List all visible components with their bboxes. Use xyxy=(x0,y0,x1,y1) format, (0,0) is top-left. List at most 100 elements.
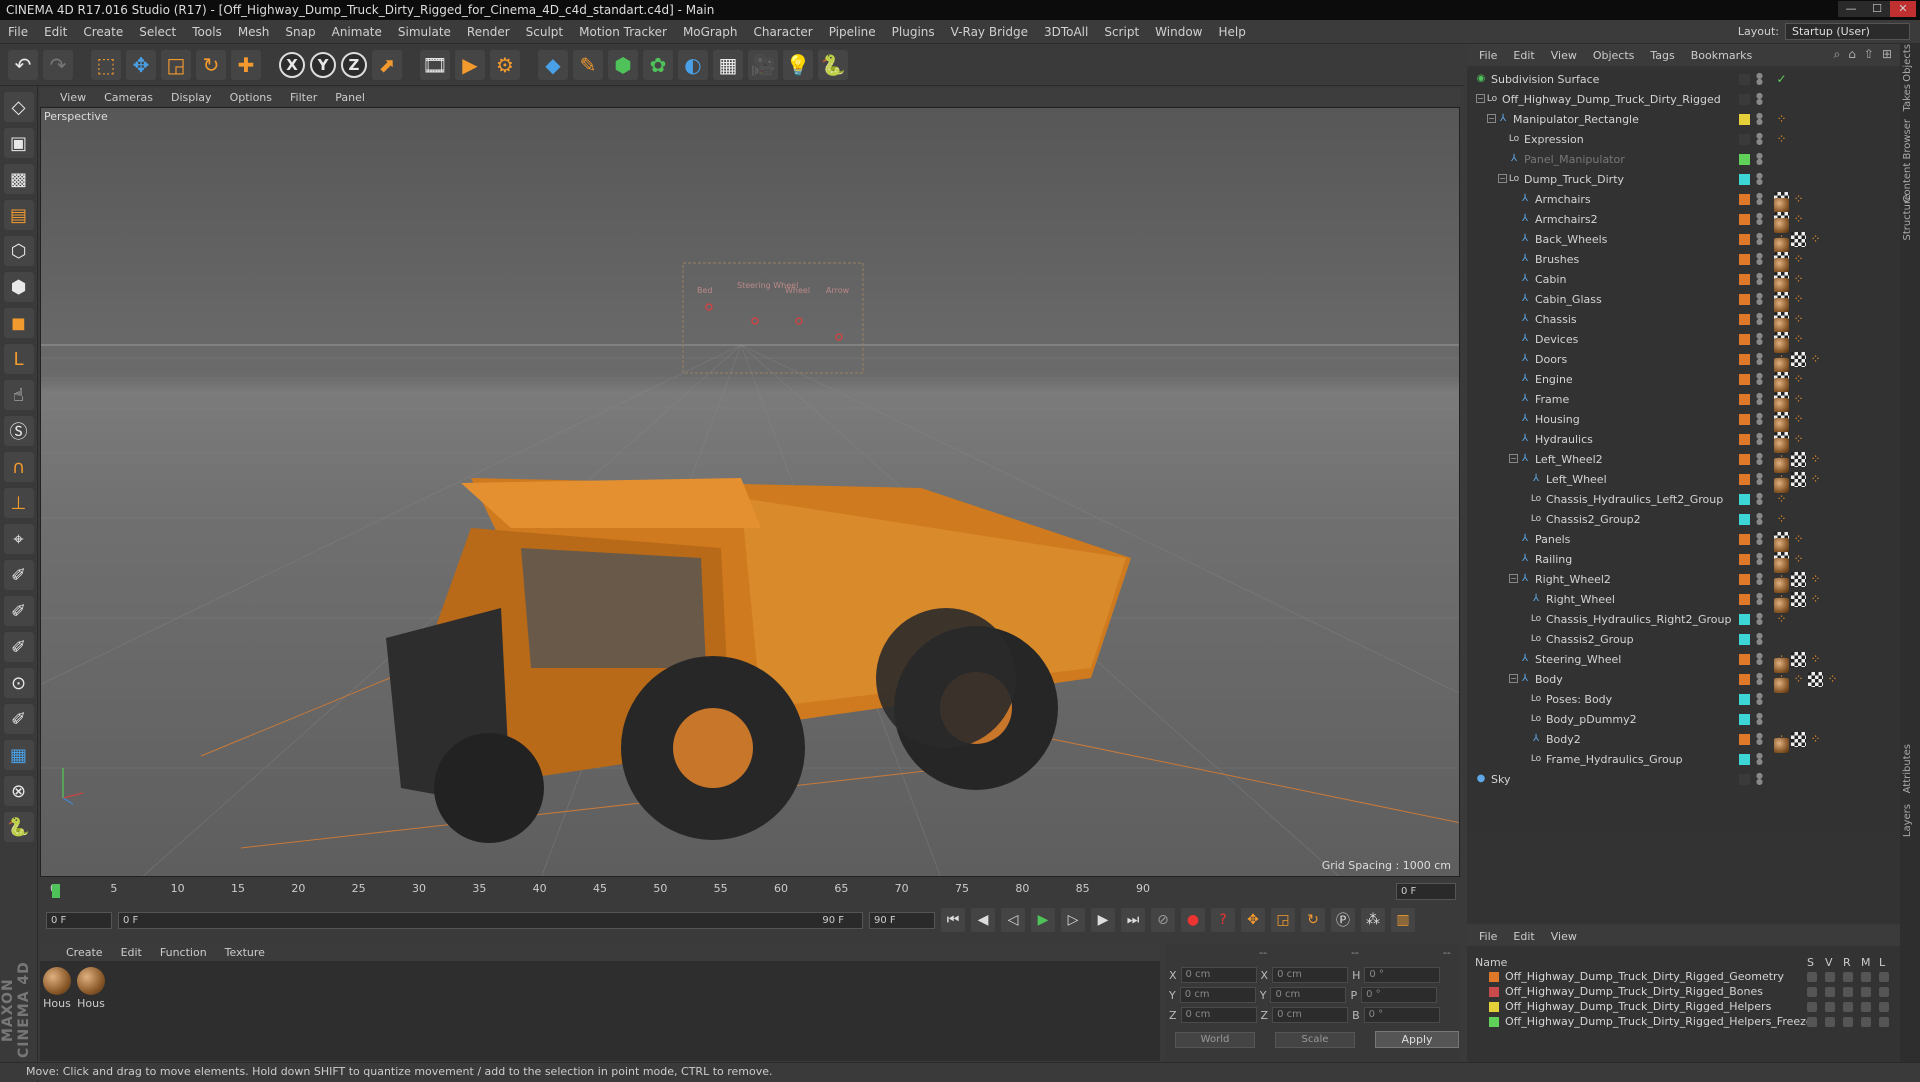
menu-select[interactable]: Select xyxy=(139,25,176,39)
layer-color-swatch[interactable] xyxy=(1739,274,1750,285)
layer-color-swatch[interactable] xyxy=(1739,414,1750,425)
layer-color-swatch[interactable] xyxy=(1739,314,1750,325)
visibility-dots-icon[interactable]: ● ● xyxy=(1756,712,1763,726)
visibility-dots-icon[interactable]: ● ● xyxy=(1756,412,1763,426)
menu-simulate[interactable]: Simulate xyxy=(398,25,451,39)
layer-locked-toggle-icon[interactable] xyxy=(1879,1002,1889,1012)
layer-color-swatch[interactable] xyxy=(1739,574,1750,585)
expand-toggle[interactable]: − xyxy=(1476,94,1485,103)
key-scale-icon[interactable]: ◲ xyxy=(1271,908,1295,932)
layer-row[interactable]: Off_Highway_Dump_Truck_Dirty_Rigged_Bone… xyxy=(1467,985,1900,1000)
texture-tag-icon[interactable] xyxy=(1791,232,1806,247)
visibility-dots-icon[interactable]: ● ● xyxy=(1756,292,1763,306)
expand-toggle[interactable]: − xyxy=(1498,174,1507,183)
close-button[interactable]: ✕ xyxy=(1890,1,1916,17)
viewport-menu-panel[interactable]: Panel xyxy=(335,91,365,104)
end-frame-field[interactable]: 90 F xyxy=(869,911,935,929)
rotation-h-field[interactable]: 0 ° xyxy=(1364,967,1441,983)
ik-tag-icon[interactable]: ⁘ xyxy=(1808,732,1823,747)
visibility-dots-icon[interactable]: ● ● xyxy=(1756,572,1763,586)
menu-plugins[interactable]: Plugins xyxy=(892,25,935,39)
ik-tag-icon[interactable]: ⁘ xyxy=(1791,392,1806,407)
playhead[interactable] xyxy=(52,884,60,898)
visibility-dots-icon[interactable]: ● ● xyxy=(1756,452,1763,466)
position-z-field[interactable]: 0 cm xyxy=(1180,1007,1257,1023)
layer-color-swatch[interactable] xyxy=(1489,972,1499,982)
world-coordinates-icon[interactable]: ⬈ xyxy=(372,49,402,80)
object-row[interactable]: ⅄ Railing ● ● ⁘ xyxy=(1467,550,1900,573)
material-menu-texture[interactable]: Texture xyxy=(225,946,265,959)
rotate-icon[interactable]: ↻ xyxy=(196,49,226,80)
object-row[interactable]: ⅄ Chassis ● ● ⁘ xyxy=(1467,310,1900,333)
visibility-dots-icon[interactable]: ● ● xyxy=(1756,612,1763,626)
object-row[interactable]: ⅄ Brushes ● ● ⁘ xyxy=(1467,250,1900,273)
object-row[interactable]: ⅄ Cabin ● ● ⁘ xyxy=(1467,270,1900,293)
object-row[interactable]: Lo Chassis2_Group2 ● ● ⁘ xyxy=(1467,510,1900,530)
texture-tag-icon[interactable] xyxy=(1791,592,1806,607)
side-tab-content-browser[interactable]: Content Browser xyxy=(1902,119,1918,202)
viewport-menu-display[interactable]: Display xyxy=(171,91,212,104)
object-row[interactable]: ⅄ Right_Wheel ●● ⁘⁘ xyxy=(1467,590,1900,613)
size-x-field[interactable]: 0 cm xyxy=(1272,967,1349,983)
goto-end-icon[interactable]: ⏭ xyxy=(1121,908,1145,932)
python-script-icon[interactable]: 🐍 xyxy=(3,812,34,842)
visibility-dots-icon[interactable]: ● ● xyxy=(1756,112,1763,126)
layer-color-swatch[interactable] xyxy=(1739,74,1750,85)
layer-locked-toggle-icon[interactable] xyxy=(1879,987,1889,997)
menu-script[interactable]: Script xyxy=(1104,25,1139,39)
layer-row[interactable]: Off_Highway_Dump_Truck_Dirty_Rigged_Geom… xyxy=(1467,970,1900,985)
menu-v-ray-bridge[interactable]: V-Ray Bridge xyxy=(951,25,1028,39)
layer-locked-toggle-icon[interactable] xyxy=(1879,1017,1889,1027)
layer-row[interactable]: Off_Highway_Dump_Truck_Dirty_Rigged_Help… xyxy=(1467,1015,1900,1030)
object-row[interactable]: ⅄ Engine ● ● ⁘ xyxy=(1467,370,1900,393)
visibility-dots-icon[interactable]: ● ● xyxy=(1756,652,1763,666)
points-mode-icon[interactable]: ⬡ xyxy=(3,236,34,266)
ik-tag-icon[interactable]: ⁘ xyxy=(1791,292,1806,307)
move-icon[interactable]: ✥ xyxy=(126,49,156,80)
object-row[interactable]: −⅄ Right_Wheel2 ●● ⁘⁘ xyxy=(1467,570,1900,593)
object-row[interactable]: ⅄ Housing ● ● ⁘ xyxy=(1467,410,1900,433)
layer-color-swatch[interactable] xyxy=(1739,254,1750,265)
layer-color-swatch[interactable] xyxy=(1739,734,1750,745)
layer-color-swatch[interactable] xyxy=(1739,614,1750,625)
object-row[interactable]: ⅄ Steering_Wheel ●● ⁘⁘ xyxy=(1467,650,1900,673)
layer-color-swatch[interactable] xyxy=(1739,674,1750,685)
visibility-dots-icon[interactable]: ● ● xyxy=(1756,92,1763,106)
ik-tag-icon[interactable]: ⁘ xyxy=(1808,652,1823,667)
pinch-brush-icon[interactable]: ✐ xyxy=(3,704,34,734)
layer-color-swatch[interactable] xyxy=(1739,294,1750,305)
layer-color-swatch[interactable] xyxy=(1739,374,1750,385)
layer-color-swatch[interactable] xyxy=(1739,554,1750,565)
maximize-button[interactable]: ☐ xyxy=(1864,1,1890,17)
x-axis-icon[interactable]: X xyxy=(279,51,305,78)
texture-mode-icon[interactable]: ▩ xyxy=(3,164,34,194)
visibility-dots-icon[interactable]: ● ● xyxy=(1756,772,1763,786)
layer-color-swatch[interactable] xyxy=(1739,594,1750,605)
layer-color-swatch[interactable] xyxy=(1739,454,1750,465)
ik-tag-icon[interactable]: ⁘ xyxy=(1808,352,1823,367)
object-row[interactable]: − Lo Dump_Truck_Dirty ● ● xyxy=(1467,170,1900,190)
position-x-field[interactable]: 0 cm xyxy=(1180,967,1257,983)
visibility-dots-icon[interactable]: ● ● xyxy=(1756,632,1763,646)
expand-toggle[interactable]: − xyxy=(1509,454,1518,463)
subdivision-icon[interactable]: ⬢ xyxy=(608,49,638,80)
visibility-dots-icon[interactable]: ● ● xyxy=(1756,472,1763,486)
menu-tools[interactable]: Tools xyxy=(192,25,222,39)
rotation-b-field[interactable]: 0 ° xyxy=(1363,1007,1440,1023)
menu-file[interactable]: File xyxy=(8,25,28,39)
texture-tag-icon[interactable] xyxy=(1791,652,1806,667)
visibility-dots-icon[interactable]: ● ● xyxy=(1756,72,1763,86)
timeline-settings-icon[interactable]: ▥ xyxy=(1391,908,1415,932)
layer-color-swatch[interactable] xyxy=(1739,694,1750,705)
visibility-dots-icon[interactable]: ● ● xyxy=(1756,732,1763,746)
menu-animate[interactable]: Animate xyxy=(332,25,382,39)
visibility-dots-icon[interactable]: ● ● xyxy=(1756,232,1763,246)
object-row[interactable]: ⅄ Panels ● ● ⁘ xyxy=(1467,530,1900,553)
ik-tag-icon[interactable]: ⁘ xyxy=(1791,272,1806,287)
smooth-brush-icon[interactable]: ✐ xyxy=(3,632,34,662)
layer-render-toggle-icon[interactable] xyxy=(1843,1017,1853,1027)
ik-tag-icon[interactable]: ⁘ xyxy=(1791,412,1806,427)
visibility-dots-icon[interactable]: ● ● xyxy=(1756,312,1763,326)
magnet-icon[interactable]: ∩ xyxy=(3,452,34,482)
object-menu-objects[interactable]: Objects xyxy=(1593,49,1635,62)
